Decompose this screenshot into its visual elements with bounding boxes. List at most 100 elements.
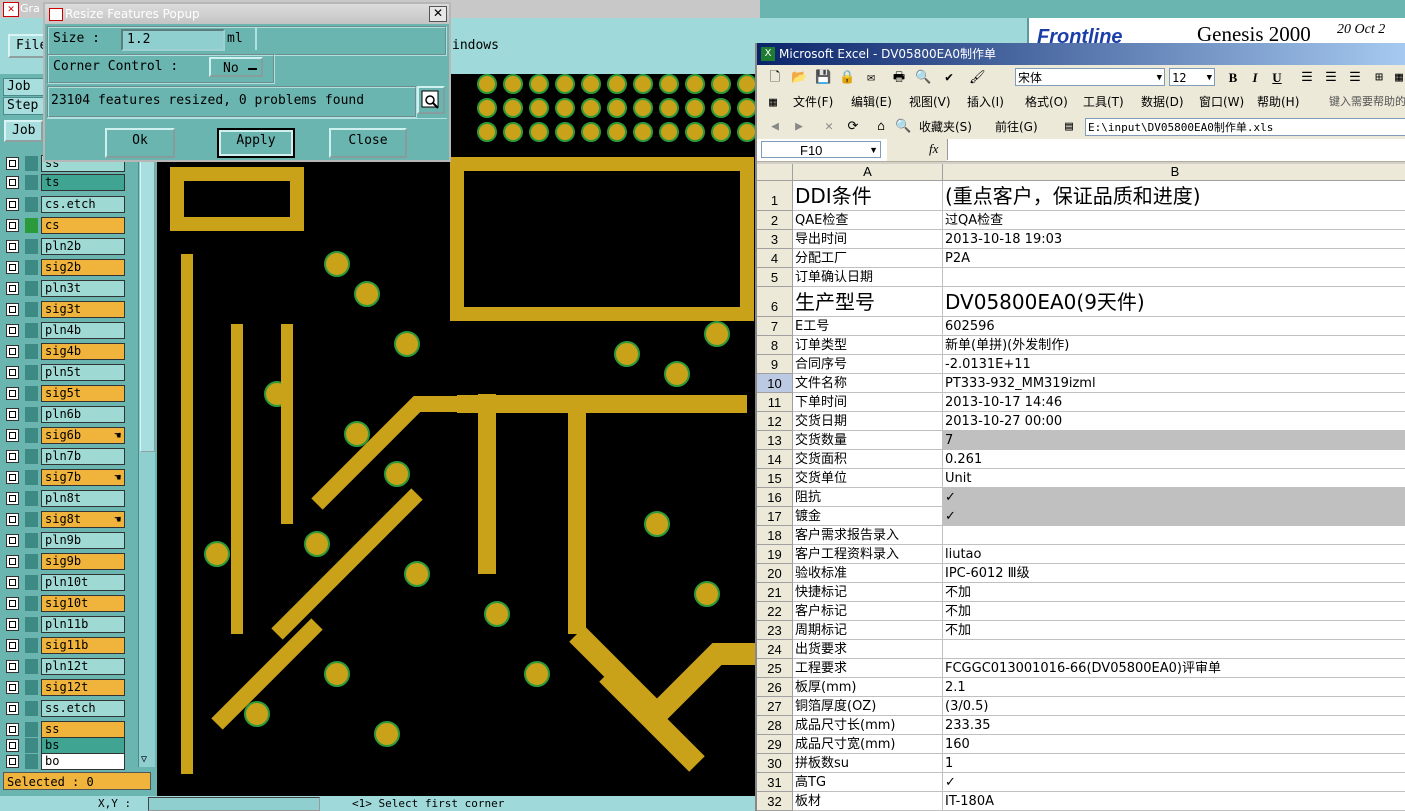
layer-checkbox[interactable] [6,555,19,568]
layer-row[interactable]: sig12t [3,678,138,697]
cell-b[interactable]: (3/0.5) [943,697,1405,716]
close-button[interactable]: Close [329,128,407,158]
pcb-canvas[interactable] [157,74,755,796]
cell-a[interactable]: 成品尺寸长(mm) [793,716,943,735]
cell-a[interactable]: DDI条件 [793,181,943,211]
row-header[interactable]: 26 [757,678,793,697]
layer-indicator[interactable] [25,617,38,632]
menu-item[interactable]: 帮助(H) [1257,91,1299,113]
cell-b[interactable]: DV05800EA0(9天件) [943,287,1405,317]
layer-indicator[interactable] [25,449,38,464]
open-icon[interactable]: 📂 [791,70,807,86]
cell-a[interactable]: 阻抗 [793,488,943,507]
row-header[interactable]: 18 [757,526,793,545]
save-icon[interactable]: 💾 [815,70,831,86]
cell-a[interactable]: 客户需求报告录入 [793,526,943,545]
cell-a[interactable]: 生产型号 [793,287,943,317]
apply-button[interactable]: Apply [217,128,295,158]
permission-icon[interactable]: 🔒 [839,70,855,86]
menu-item[interactable]: 窗口(W) [1199,91,1244,113]
layer-checkbox[interactable] [6,261,19,274]
row-header[interactable]: 17 [757,507,793,526]
layer-row[interactable]: sig9b [3,552,138,571]
cell-a[interactable]: 文件名称 [793,374,943,393]
layer-row[interactable]: pln9b [3,531,138,550]
cell-a[interactable]: 周期标记 [793,621,943,640]
row-header[interactable]: 9 [757,355,793,374]
row-header[interactable]: 20 [757,564,793,583]
layer-indicator[interactable] [25,738,38,753]
layer-name[interactable]: sig10t [41,595,125,612]
layer-row[interactable]: cs.etch [3,195,138,214]
new-icon[interactable]: 🗋 [767,70,783,86]
row-header[interactable]: 8 [757,336,793,355]
size-input[interactable]: 1.2 [121,29,225,51]
row-header[interactable]: 32 [757,792,793,811]
formula-input[interactable] [947,139,1405,160]
row-header[interactable]: 21 [757,583,793,602]
layer-name[interactable]: sig6b ☚ [41,427,125,444]
layer-checkbox[interactable] [6,157,19,170]
layer-row[interactable]: sig11b [3,636,138,655]
magnify-report-icon[interactable] [417,86,445,114]
scroll-down-icon[interactable]: ▽ [141,754,147,765]
layer-name[interactable]: pln8t [41,490,125,507]
cell-a[interactable]: 验收标准 [793,564,943,583]
print-icon[interactable]: 🖶 [891,70,907,86]
cell-b[interactable]: ✓ [943,773,1405,792]
row-header[interactable]: 7 [757,317,793,336]
row-header[interactable]: 13 [757,431,793,450]
cell-a[interactable]: QAE检查 [793,211,943,230]
layer-indicator[interactable] [25,281,38,296]
layer-name[interactable]: pln7b [41,448,125,465]
layer-row[interactable]: sig10t [3,594,138,613]
windows-menu-button[interactable]: indows [452,38,499,53]
cell-a[interactable]: 订单类型 [793,336,943,355]
print-preview-icon[interactable]: 🔍 [915,70,931,86]
cell-b[interactable]: -2.0131E+11 [943,355,1405,374]
layer-checkbox[interactable] [6,618,19,631]
cell-b[interactable]: 160 [943,735,1405,754]
layer-name[interactable]: sig5t [41,385,125,402]
layer-checkbox[interactable] [6,492,19,505]
column-header-a[interactable]: A [793,164,943,181]
bold-icon[interactable]: B [1225,70,1241,86]
spelling-icon[interactable]: ✔ [941,70,957,86]
layer-checkbox[interactable] [6,303,19,316]
layer-name[interactable]: sig4b [41,343,125,360]
layer-checkbox[interactable] [6,387,19,400]
favorites-menu[interactable]: 收藏夹(S) [919,115,972,139]
layer-indicator[interactable] [25,701,38,716]
layer-checkbox[interactable] [6,534,19,547]
layer-checkbox[interactable] [6,240,19,253]
layer-name[interactable]: sig3t [41,301,125,318]
row-header[interactable]: 6 [757,287,793,317]
cell-b[interactable]: ✓ [943,488,1405,507]
layer-name[interactable]: pln10t [41,574,125,591]
layer-indicator[interactable] [25,680,38,695]
row-header[interactable]: 10 [757,374,793,393]
layer-row[interactable]: pln5t [3,363,138,382]
row-header[interactable]: 2 [757,211,793,230]
address-field[interactable]: E:\input\DV05800EA0制作单.xls [1085,118,1405,136]
cell-b[interactable]: 1 [943,754,1405,773]
forward-icon[interactable]: ▶ [791,119,807,135]
row-header[interactable]: 29 [757,735,793,754]
layer-row[interactable]: sig5t [3,384,138,403]
cell-a[interactable]: 快捷标记 [793,583,943,602]
layer-name[interactable]: bo [41,753,125,770]
corner-control-dropdown[interactable]: No [209,57,263,77]
layer-row[interactable]: pln7b [3,447,138,466]
ok-button[interactable]: Ok [105,128,175,158]
layer-list-scrollbar[interactable]: ▽ [138,150,155,767]
layer-row[interactable]: ts [3,173,138,192]
help-search-input[interactable]: 键入需要帮助的 [1329,91,1405,113]
cell-b[interactable]: 不加 [943,621,1405,640]
layer-checkbox[interactable] [6,176,19,189]
layer-indicator[interactable] [25,659,38,674]
layer-indicator[interactable] [25,239,38,254]
layer-name[interactable]: sig2b [41,259,125,276]
layer-name[interactable]: pln3t [41,280,125,297]
layer-row[interactable]: pln11b [3,615,138,634]
layer-row[interactable]: sig8t ☚ [3,510,138,529]
